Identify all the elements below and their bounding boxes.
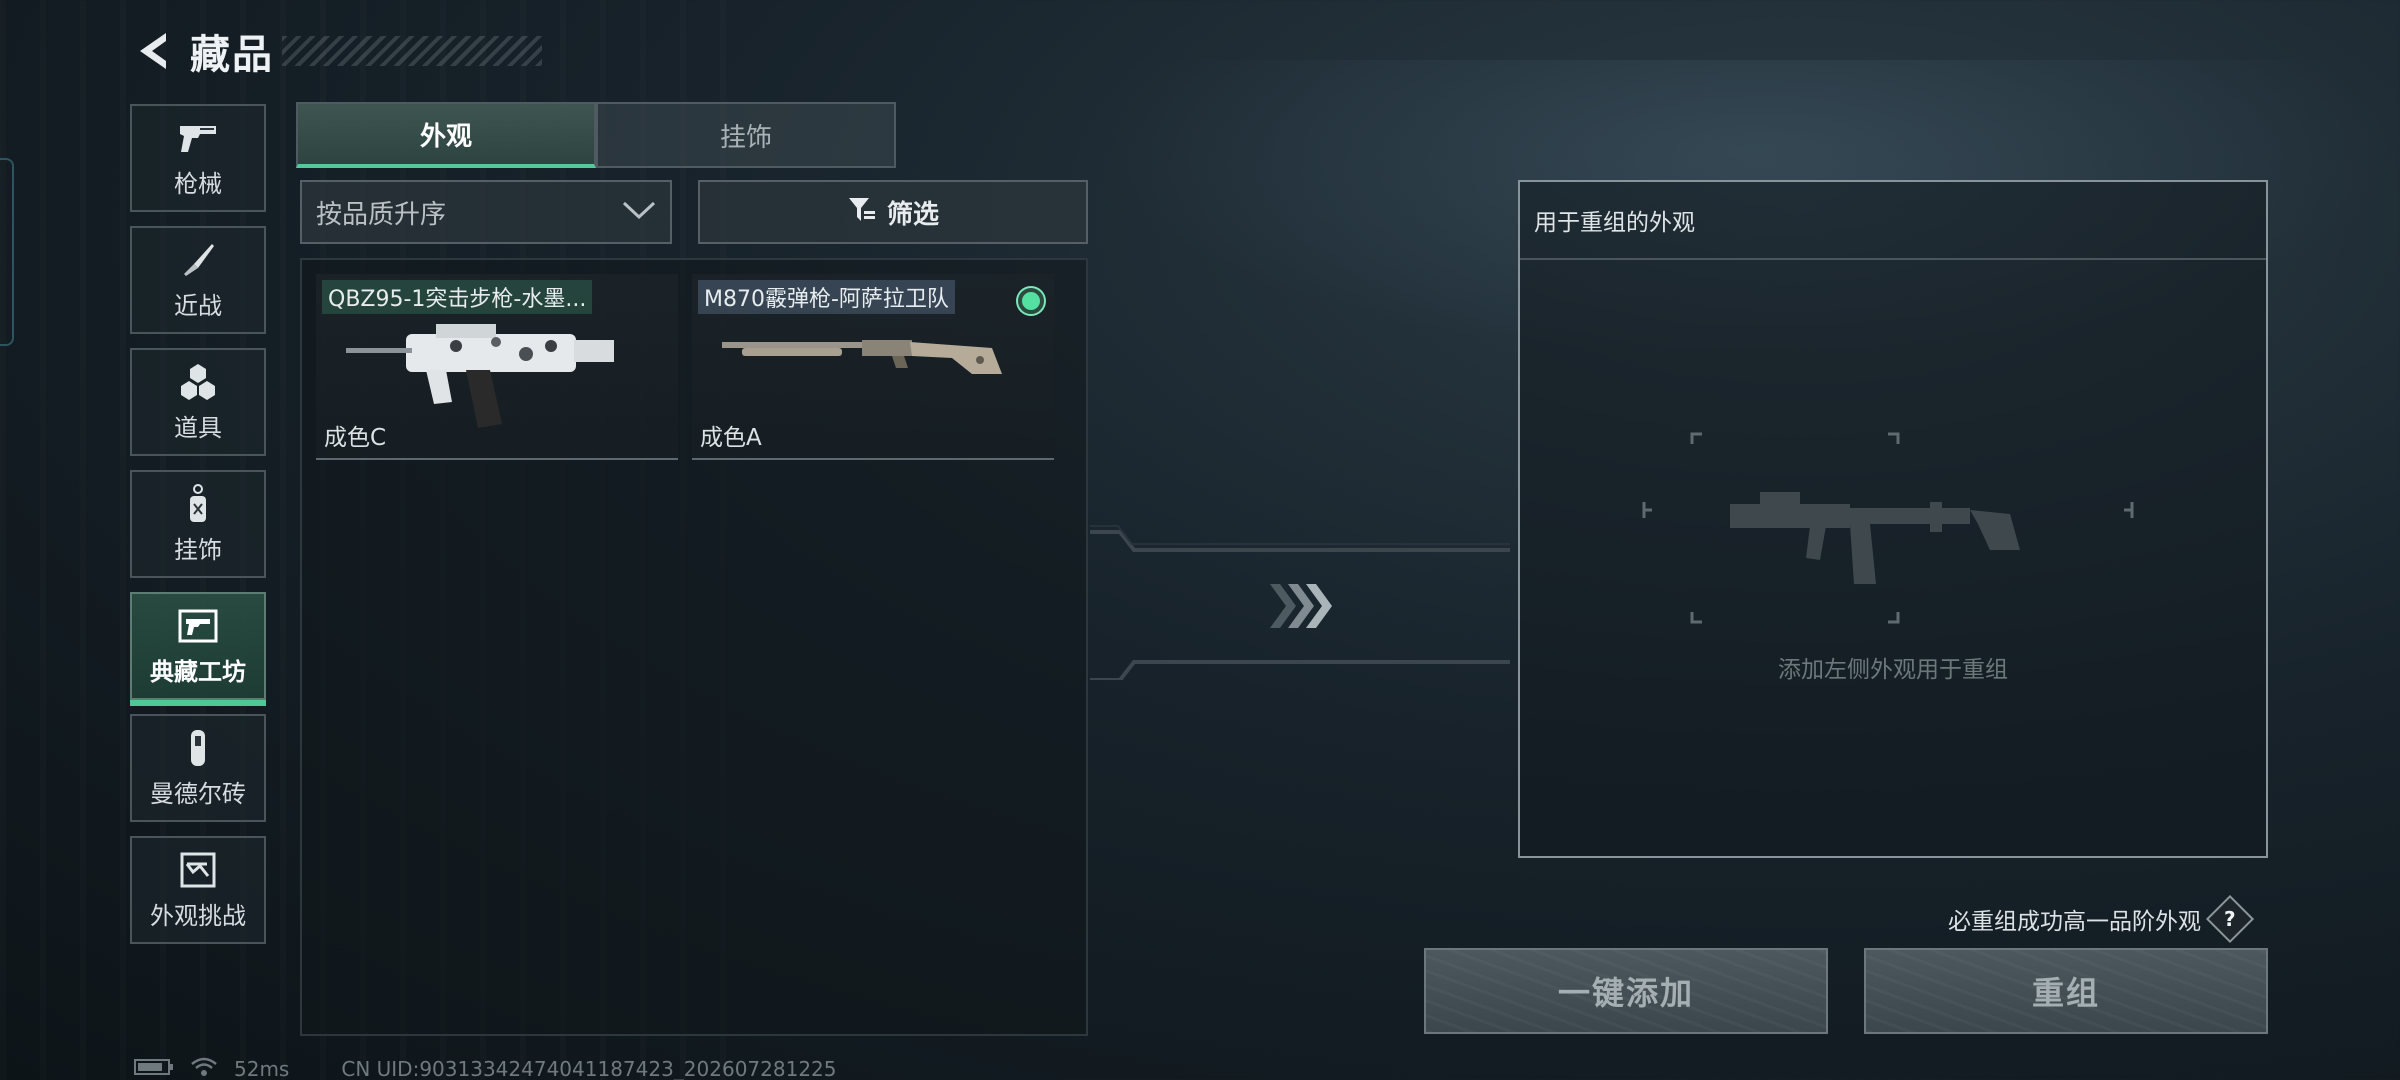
edge-tab	[0, 158, 14, 346]
battery-icon	[134, 1058, 174, 1080]
skin-grid: QBZ95-1突击步枪-水墨... 成色C M870霰弹枪-阿萨拉卫队 成色A	[300, 258, 1088, 1036]
recombine-panel: 用于重组的外观 添加左侧外观用于重组	[1518, 180, 2268, 858]
page-title: 藏品	[190, 32, 274, 78]
recombine-button[interactable]: 重组	[1864, 948, 2268, 1034]
back-button[interactable]	[130, 26, 174, 76]
sidebar-item-label: 枪械	[174, 169, 222, 198]
challenge-icon	[178, 850, 218, 890]
sidebar-item-label: 典藏工坊	[150, 657, 246, 686]
chevron-down-icon	[622, 200, 656, 224]
category-tabs: 外观 挂饰	[296, 102, 896, 168]
skin-name: QBZ95-1突击步枪-水墨...	[322, 280, 593, 314]
status-bar: 52ms CN UID:90313342474041187423_2026072…	[134, 1056, 837, 1080]
sidebar-item-label: 挂饰	[174, 535, 222, 564]
charm-icon	[178, 483, 218, 524]
recombine-title: 用于重组的外观	[1534, 210, 1695, 236]
sort-value: 按品质升序	[316, 199, 447, 230]
sidebar-item-skin-challenge[interactable]: 外观挑战	[130, 836, 266, 944]
chevron-right-icon	[1270, 584, 1332, 628]
help-button[interactable]: ?	[2205, 894, 2255, 944]
skin-name: M870霰弹枪-阿萨拉卫队	[698, 280, 955, 314]
sidebar-item-label: 道具	[174, 413, 222, 442]
sidebar-item-workshop[interactable]: 典藏工坊	[130, 592, 266, 706]
flow-connector	[1090, 525, 1510, 680]
recombine-header: 用于重组的外观	[1520, 182, 2266, 260]
sidebar-item-label: 外观挑战	[150, 901, 246, 930]
pistol-icon	[178, 118, 218, 158]
recombine-label: 重组	[2031, 974, 2100, 1012]
skin-grade: 成色C	[324, 425, 387, 451]
sort-dropdown[interactable]: 按品质升序	[300, 180, 672, 244]
recombine-hint: 必重组成功高一品阶外观 ?	[1948, 894, 2255, 944]
shotgun-image	[722, 340, 1002, 374]
filter-label: 筛选	[886, 199, 939, 230]
selected-indicator	[1018, 288, 1044, 314]
add-all-label: 一键添加	[1557, 974, 1694, 1012]
back-arrow-icon	[140, 33, 166, 69]
sidebar-item-label: 近战	[174, 291, 222, 320]
header-decoration	[282, 36, 542, 66]
recombine-placeholder: 添加左侧外观用于重组	[1778, 657, 2008, 683]
add-all-button[interactable]: 一键添加	[1424, 948, 1828, 1034]
sidebar-item-mandel-brick[interactable]: 曼德尔砖	[130, 714, 266, 822]
sidebar-item-charms[interactable]: 挂饰	[130, 470, 266, 578]
user-uid: CN UID:90313342474041187423_202607281225	[341, 1057, 837, 1080]
sidebar-item-label: 曼德尔砖	[150, 779, 246, 808]
help-icon: ?	[2224, 906, 2236, 931]
header: 藏品	[130, 24, 542, 78]
skin-grade: 成色A	[700, 425, 762, 451]
filter-icon	[847, 195, 877, 229]
brick-icon	[178, 728, 218, 768]
rifle-placeholder-icon	[1642, 432, 2134, 624]
rifle-image	[346, 324, 614, 428]
tab-charms[interactable]: 挂饰	[596, 102, 896, 168]
sidebar-item-firearms[interactable]: 枪械	[130, 104, 266, 212]
hint-text: 必重组成功高一品阶外观	[1948, 909, 2201, 935]
skin-card[interactable]: M870霰弹枪-阿萨拉卫队 成色A	[692, 274, 1054, 460]
knife-icon	[178, 240, 218, 280]
workshop-icon	[178, 606, 218, 646]
skin-card[interactable]: QBZ95-1突击步枪-水墨... 成色C	[316, 274, 678, 460]
grenade-icon	[178, 362, 218, 402]
ping-value: 52ms	[234, 1057, 290, 1080]
sidebar-item-melee[interactable]: 近战	[130, 226, 266, 334]
tab-appearance[interactable]: 外观	[296, 102, 596, 168]
sidebar: 枪械 近战 道具 挂饰 典藏工坊 曼德尔砖 外观挑战	[130, 104, 268, 958]
sidebar-item-items[interactable]: 道具	[130, 348, 266, 456]
filter-button[interactable]: 筛选	[698, 180, 1088, 244]
wifi-icon	[190, 1056, 218, 1080]
